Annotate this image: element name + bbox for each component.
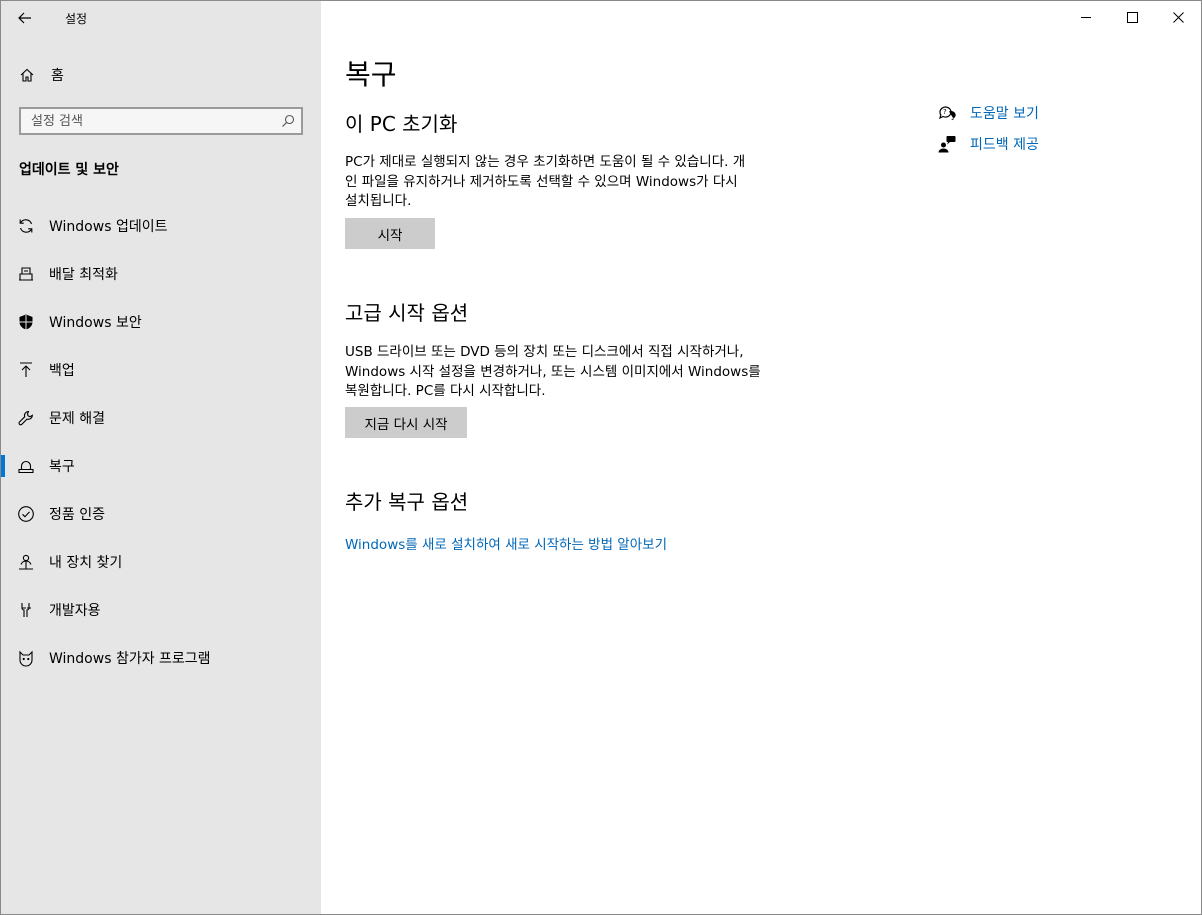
advanced-heading: 고급 시작 옵션 bbox=[345, 301, 469, 325]
advanced-description-line: USB 드라이브 또는 DVD 등의 장치 또는 디스크에서 직접 시작하거나, bbox=[345, 344, 744, 360]
sidebar-item-label: 배달 최적화 bbox=[49, 267, 118, 283]
close-icon bbox=[1172, 11, 1184, 23]
fresh-install-link[interactable]: Windows를 새로 설치하여 새로 시작하는 방법 알아보기 bbox=[345, 533, 667, 553]
main-content: 복구 이 PC 초기화 PC가 제대로 실행되지 않는 경우 초기화하면 도움이… bbox=[321, 1, 1201, 914]
delivery-icon bbox=[17, 265, 35, 283]
search-input[interactable] bbox=[21, 109, 281, 133]
sidebar-item-label: Windows 업데이트 bbox=[49, 219, 168, 235]
sidebar: 설정 홈 업데이트 및 보안 Windows 업데이트 배 bbox=[1, 1, 321, 914]
help-link-row[interactable]: ? 도움말 보기 bbox=[937, 103, 1039, 123]
home-nav-item[interactable]: 홈 bbox=[18, 64, 64, 86]
advanced-description: USB 드라이브 또는 DVD 등의 장치 또는 디스크에서 직접 시작하거나,… bbox=[345, 343, 797, 402]
wrench-icon bbox=[17, 409, 35, 427]
sidebar-item-delivery-optimization[interactable]: 배달 최적화 bbox=[1, 250, 321, 298]
sidebar-item-recovery[interactable]: 복구 bbox=[1, 442, 321, 490]
recovery-icon bbox=[17, 457, 35, 475]
search-box bbox=[19, 107, 303, 135]
reset-description: PC가 제대로 실행되지 않는 경우 초기화하면 도움이 될 수 있습니다. 개… bbox=[345, 153, 797, 212]
active-indicator bbox=[1, 455, 5, 477]
sidebar-item-insider-program[interactable]: Windows 참가자 프로그램 bbox=[1, 634, 321, 682]
minimize-button[interactable] bbox=[1063, 1, 1109, 33]
sidebar-item-troubleshoot[interactable]: 문제 해결 bbox=[1, 394, 321, 442]
reset-description-line: PC가 제대로 실행되지 않는 경우 초기화하면 도움이 될 수 있습니다. 개 bbox=[345, 154, 746, 170]
developer-icon bbox=[17, 601, 35, 619]
person-pin-icon bbox=[17, 553, 35, 571]
sidebar-item-label: 정품 인증 bbox=[49, 507, 105, 523]
sidebar-item-backup[interactable]: 백업 bbox=[1, 346, 321, 394]
home-icon bbox=[18, 66, 36, 84]
advanced-description-line: Windows 시작 설정을 변경하거나, 또는 시스템 이미지에서 Windo… bbox=[345, 363, 761, 380]
app-title: 설정 bbox=[65, 12, 88, 26]
back-arrow-icon bbox=[18, 12, 31, 24]
maximize-button[interactable] bbox=[1109, 1, 1155, 33]
check-circle-icon bbox=[17, 505, 35, 523]
sidebar-item-windows-update[interactable]: Windows 업데이트 bbox=[1, 202, 321, 250]
sidebar-item-label: Windows 참가자 프로그램 bbox=[49, 651, 211, 667]
sidebar-nav: Windows 업데이트 배달 최적화 Windows 보안 백업 문제 해결 … bbox=[1, 202, 321, 682]
minimize-icon bbox=[1080, 16, 1091, 18]
sidebar-item-label: 개발자용 bbox=[49, 603, 101, 619]
help-chat-icon: ? bbox=[937, 103, 957, 123]
home-label: 홈 bbox=[51, 68, 64, 84]
close-button[interactable] bbox=[1155, 1, 1201, 33]
section-title: 업데이트 및 보안 bbox=[19, 162, 119, 178]
reset-heading: 이 PC 초기화 bbox=[345, 112, 458, 136]
reset-description-line: 인 파일을 유지하거나 제거하도록 선택할 수 있으며 Windows가 다시 bbox=[345, 173, 738, 190]
shield-icon bbox=[17, 313, 35, 331]
svg-text:?: ? bbox=[943, 108, 947, 116]
sidebar-item-label: 복구 bbox=[49, 459, 75, 475]
upload-icon bbox=[17, 361, 35, 379]
sidebar-item-for-developers[interactable]: 개발자용 bbox=[1, 586, 321, 634]
settings-window: 설정 홈 업데이트 및 보안 Windows 업데이트 배 bbox=[0, 0, 1202, 915]
more-options-heading: 추가 복구 옵션 bbox=[345, 490, 469, 514]
page-title: 복구 bbox=[345, 58, 397, 91]
sidebar-item-label: Windows 보안 bbox=[49, 315, 142, 331]
sidebar-item-label: 내 장치 찾기 bbox=[49, 555, 123, 571]
advanced-description-line: 복원합니다. PC를 다시 시작합니다. bbox=[345, 383, 546, 399]
help-link[interactable]: 도움말 보기 bbox=[970, 103, 1039, 123]
search-icon[interactable] bbox=[281, 114, 295, 128]
feedback-icon bbox=[937, 134, 957, 154]
feedback-link[interactable]: 피드백 제공 bbox=[970, 134, 1039, 154]
reset-description-line: 설치됩니다. bbox=[345, 193, 412, 209]
insider-icon bbox=[17, 649, 35, 667]
restart-now-button[interactable]: 지금 다시 시작 bbox=[345, 407, 467, 438]
reset-start-button[interactable]: 시작 bbox=[345, 218, 435, 249]
sync-icon bbox=[17, 217, 35, 235]
sidebar-item-windows-security[interactable]: Windows 보안 bbox=[1, 298, 321, 346]
sidebar-item-activation[interactable]: 정품 인증 bbox=[1, 490, 321, 538]
feedback-link-row[interactable]: 피드백 제공 bbox=[937, 134, 1039, 154]
sidebar-item-label: 백업 bbox=[49, 363, 75, 379]
sidebar-item-find-my-device[interactable]: 내 장치 찾기 bbox=[1, 538, 321, 586]
sidebar-item-label: 문제 해결 bbox=[49, 411, 105, 427]
maximize-icon bbox=[1126, 11, 1138, 23]
back-button[interactable] bbox=[13, 7, 37, 29]
